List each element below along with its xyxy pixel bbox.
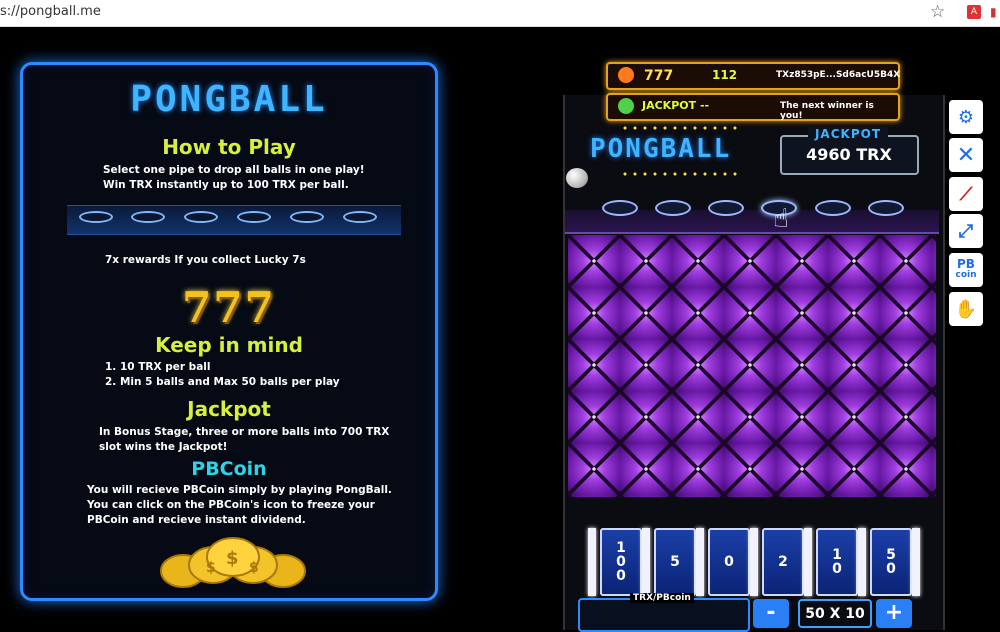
prize-slot: 1 0 (816, 528, 858, 596)
pipe-image (131, 211, 165, 223)
peg-field (568, 235, 936, 497)
winner-sevens: 777 (644, 68, 674, 84)
prize-slot: 5 0 (870, 528, 912, 596)
how-to-play-title: How to Play (162, 135, 296, 159)
slot-divider (858, 528, 866, 596)
light-dots-top (620, 126, 740, 130)
winner-address: TXz853pE...Sd6acU5B4X (776, 70, 901, 80)
winner-avatar-icon (618, 67, 634, 83)
slot-divider (804, 528, 812, 596)
drop-pipe[interactable] (602, 200, 638, 216)
quantity-display: 50 X 10 (798, 599, 872, 628)
prize-slot: 0 (708, 528, 750, 596)
jackpot-winner-label: JACKPOT -- (642, 99, 710, 112)
drop-pipe[interactable] (868, 200, 904, 216)
slot-divider (750, 528, 758, 596)
lucky-sevens-text: 7x rewards If you collect Lucky 7s (105, 254, 306, 266)
pipe-image (290, 211, 324, 223)
jackpot-avatar-icon (618, 98, 634, 114)
pbcoin-line-2: You can click on the PBCoin's icon to fr… (87, 499, 375, 511)
jackpot-winner-message: The next winner is you! (780, 101, 874, 121)
instructions-panel: PONGBALL How to Play Select one pipe to … (20, 62, 438, 601)
close-button[interactable]: ✕ (949, 138, 983, 172)
gold-coins-image: $ $ $ (160, 537, 306, 588)
game-logo: PONGBALL (590, 134, 732, 164)
jackpot-title: Jackpot (187, 397, 271, 421)
bet-display (578, 598, 750, 632)
decrease-button[interactable]: - (753, 599, 789, 628)
lucky-sevens-image: 777 (182, 283, 276, 332)
prize-slot: 2 (762, 528, 804, 596)
how-line-2: Win TRX instantly up to 100 TRX per ball… (103, 179, 349, 191)
jackpot-line-2: slot wins the Jackpot! (99, 441, 228, 453)
hand-button[interactable]: ✋ (949, 292, 983, 326)
keep-in-mind-title: Keep in mind (155, 333, 303, 357)
hand-icon: ✋ (954, 298, 978, 320)
prize-slot: 5 (654, 528, 696, 596)
jackpot-line-1: In Bonus Stage, three or more balls into… (99, 426, 390, 438)
drop-pipe[interactable] (708, 200, 744, 216)
pointer-hand-icon: ☝ (773, 204, 789, 234)
jackpot-winner-box: JACKPOT -- The next winner is you! (606, 93, 900, 121)
pipes-illustration (67, 205, 401, 235)
bookmark-star-icon[interactable]: ☆ (930, 2, 945, 22)
pipe-image (79, 211, 113, 223)
winner-count: 112 (712, 68, 738, 82)
pbcoin-label-bottom: coin (955, 270, 977, 280)
pbcoin-line-3: PBCoin and recieve instant dividend. (87, 514, 306, 526)
address-bar[interactable]: s://pongball.me (0, 4, 101, 19)
slot-divider (588, 528, 596, 596)
svg-text:$: $ (226, 548, 239, 569)
pegs (568, 235, 936, 497)
mute-icon: ⟋ (959, 183, 973, 205)
light-dots-bottom (620, 172, 740, 176)
bet-currency-label: TRX/PBcoin (630, 593, 694, 603)
prize-slots: 1 0 0 5 0 2 1 0 5 0 (588, 528, 924, 598)
drop-pipe[interactable] (815, 200, 851, 216)
sound-toggle-button[interactable]: ⟋ (949, 177, 983, 211)
slot-divider (642, 528, 650, 596)
browser-menu-icon[interactable]: ▮ (990, 5, 1000, 19)
pbcoin-label-top: PB (957, 257, 975, 271)
svg-text:$: $ (206, 560, 216, 576)
ball (566, 168, 588, 188)
jackpot-label: JACKPOT (808, 127, 888, 141)
pbcoin-button[interactable]: PB coin (949, 253, 983, 287)
browser-toolbar: s://pongball.me ☆ A ▮ (0, 0, 1000, 27)
fullscreen-icon: ⤢ (958, 220, 974, 242)
drop-pipe[interactable] (655, 200, 691, 216)
pipe-image (343, 211, 377, 223)
pipe-image (237, 211, 271, 223)
increase-button[interactable]: + (876, 599, 912, 628)
pbcoin-title: PBCoin (191, 458, 267, 480)
jackpot-value: 4960 TRX (806, 145, 892, 164)
x-icon: ✕ (956, 142, 976, 168)
panel-logo: PONGBALL (130, 79, 328, 120)
mind-item-1: 1. 10 TRX per ball (105, 361, 211, 373)
last-winner-box: 777 112 TXz853pE...Sd6acU5B4X (606, 62, 900, 90)
pbcoin-line-1: You will recieve PBCoin simply by playin… (87, 484, 392, 496)
slot-divider (912, 528, 920, 596)
pipe-image (184, 211, 218, 223)
gear-icon: ⚙ (957, 106, 975, 128)
prize-slot: 1 0 0 (600, 528, 642, 596)
how-line-1: Select one pipe to drop all balls in one… (103, 164, 365, 176)
mind-item-2: 2. Min 5 balls and Max 50 balls per play (105, 376, 340, 388)
settings-button[interactable]: ⚙ (949, 100, 983, 134)
pdf-extension-icon[interactable]: A (967, 5, 981, 19)
slot-divider (696, 528, 704, 596)
svg-text:$: $ (249, 560, 259, 576)
fullscreen-button[interactable]: ⤢ (949, 214, 983, 248)
